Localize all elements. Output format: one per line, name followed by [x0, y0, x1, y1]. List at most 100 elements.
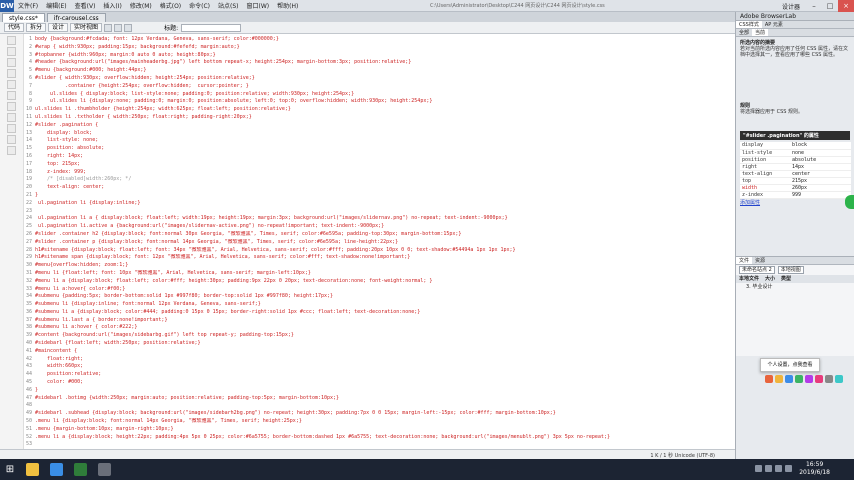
- code-line[interactable]: 48: [24, 402, 735, 410]
- menu-item[interactable]: 站点(S): [214, 1, 243, 10]
- property-row[interactable]: z-index 999: [740, 191, 851, 199]
- tool-icon[interactable]: [835, 375, 843, 383]
- code-line[interactable]: 37 #submenu li.last a { border:none!impor…: [24, 317, 735, 325]
- code-line[interactable]: 42 float:right;: [24, 356, 735, 364]
- code-line[interactable]: 10 ul.slides li .thumbholder {height:254p…: [24, 106, 735, 114]
- code-line[interactable]: 14 list-style: none;: [24, 137, 735, 145]
- code-line[interactable]: 35 #submenu li {display:inline; font:norm…: [24, 301, 735, 309]
- code-view-button[interactable]: 代码: [4, 23, 25, 32]
- code-line[interactable]: 22 ul.pagination li {display:inline;}: [24, 200, 735, 208]
- indent-icon[interactable]: [7, 124, 16, 133]
- minimize-button[interactable]: –: [806, 0, 822, 12]
- highlight-invalid-icon[interactable]: [7, 91, 16, 100]
- code-line[interactable]: 16 right: 14px;: [24, 153, 735, 161]
- code-line[interactable]: 9 ul.slides li {display:none; padding:0;…: [24, 98, 735, 106]
- code-line[interactable]: 39 #content {background:url("images/sideb…: [24, 332, 735, 340]
- taskbar-app-browser[interactable]: [44, 459, 68, 480]
- tool-icon[interactable]: [815, 375, 823, 383]
- property-row[interactable]: position absolute: [740, 156, 851, 164]
- col-type[interactable]: 类型: [781, 275, 791, 283]
- expand-all-icon[interactable]: [7, 58, 16, 67]
- menu-item[interactable]: 修改(M): [126, 1, 156, 10]
- code-line[interactable]: 30 #menu{overflow:hidden; zoom:1;}: [24, 262, 735, 270]
- refresh-icon[interactable]: [124, 23, 133, 32]
- inspect-icon[interactable]: [104, 23, 113, 32]
- windows-start-icon[interactable]: ⊞: [0, 459, 20, 480]
- code-line[interactable]: 27 #slider .container p {display:block; f…: [24, 239, 735, 247]
- line-numbers-icon[interactable]: [7, 80, 16, 89]
- collapse-tag-icon[interactable]: [7, 47, 16, 56]
- property-value[interactable]: block: [790, 142, 851, 150]
- tab-style-css[interactable]: style.css*: [2, 13, 45, 22]
- tray-icon[interactable]: [765, 465, 772, 472]
- live-view-button[interactable]: 实时视图: [70, 23, 103, 32]
- tab-ap-elements[interactable]: AP 元素: [762, 21, 786, 28]
- word-wrap-icon[interactable]: [7, 102, 16, 111]
- property-row[interactable]: text-align center: [740, 170, 851, 178]
- code-line[interactable]: 13 display: block;: [24, 130, 735, 138]
- property-value[interactable]: 14px: [790, 163, 851, 171]
- code-line[interactable]: 17 top: 215px;: [24, 161, 735, 169]
- code-line[interactable]: 26 #slider .container h2 {display:block; …: [24, 231, 735, 239]
- menu-item[interactable]: 文件(F): [14, 1, 42, 10]
- property-value[interactable]: center: [790, 170, 851, 178]
- code-line[interactable]: 21}: [24, 192, 735, 200]
- outdent-icon[interactable]: [7, 135, 16, 144]
- code-line[interactable]: 44 position:relative;: [24, 371, 735, 379]
- property-row[interactable]: display block: [740, 142, 851, 150]
- code-line[interactable]: 33 #menu li a:hover{ color:#f00;}: [24, 286, 735, 294]
- tray-icon[interactable]: [775, 465, 782, 472]
- floating-green-button[interactable]: [845, 195, 854, 209]
- code-line[interactable]: 23: [24, 208, 735, 216]
- maximize-button[interactable]: □: [822, 0, 838, 12]
- tool-icon[interactable]: [785, 375, 793, 383]
- taskbar-app-dreamweaver[interactable]: [68, 459, 92, 480]
- code-line[interactable]: 25 ul.pagination li.active a {background…: [24, 223, 735, 231]
- code-line[interactable]: 1 body {background:#fcdada; font: 12px Ve…: [24, 36, 735, 44]
- browserlab-header[interactable]: Adobe BrowserLab: [736, 12, 854, 21]
- col-size[interactable]: 大小: [765, 275, 775, 283]
- menu-item[interactable]: 帮助(H): [273, 1, 302, 10]
- code-line[interactable]: 53: [24, 441, 735, 449]
- property-row[interactable]: right 14px: [740, 163, 851, 171]
- property-row[interactable]: list-style none: [740, 149, 851, 157]
- code-line[interactable]: 34 #submenu {padding:5px; border-bottom:s…: [24, 293, 735, 301]
- code-line[interactable]: 20 text-align: center;: [24, 184, 735, 192]
- code-line[interactable]: 36 #submenu li a {display:block; color:#4…: [24, 309, 735, 317]
- workspace-switcher[interactable]: 设计器: [782, 2, 800, 11]
- code-line[interactable]: 47 #sidebarl .botimg {width:250px; margin…: [24, 395, 735, 403]
- globe-icon[interactable]: [114, 23, 123, 32]
- menu-item[interactable]: 格式(O): [156, 1, 185, 10]
- code-line[interactable]: 15 position: absolute;: [24, 145, 735, 153]
- code-line[interactable]: 51 .menu {margin-bottom:10px; margin-righ…: [24, 426, 735, 434]
- code-line[interactable]: 12 #slider .pagination {: [24, 122, 735, 130]
- code-line[interactable]: 6 #slider { width:930px; overflow:hidden;…: [24, 75, 735, 83]
- code-line[interactable]: 46}: [24, 387, 735, 395]
- code-line[interactable]: 5 #menu {background:#000; height:44px;}: [24, 67, 735, 75]
- code-line[interactable]: 40 #sidebarl {float:left; width:250px; po…: [24, 340, 735, 348]
- code-line[interactable]: 43 width:660px;: [24, 363, 735, 371]
- code-line[interactable]: 32 #menu li a {display:block; float:left;…: [24, 278, 735, 286]
- code-line[interactable]: 19 /* [disabled]width:260px; */: [24, 176, 735, 184]
- code-line[interactable]: 28 h1#sitename {display:block; float:left…: [24, 247, 735, 255]
- property-value[interactable]: 215px: [790, 177, 851, 185]
- settings-popup[interactable]: 个人设置，点我查看: [760, 358, 820, 372]
- menu-item[interactable]: 插入(I): [99, 1, 125, 10]
- select-parent-icon[interactable]: [7, 69, 16, 78]
- code-line[interactable]: 24 ul.pagination li a { display:block; f…: [24, 215, 735, 223]
- open-documents-icon[interactable]: [7, 36, 16, 45]
- taskbar-app-explorer[interactable]: [20, 459, 44, 480]
- code-line[interactable]: 4 #header {background:url("images/mainhea…: [24, 59, 735, 67]
- volume-icon[interactable]: [785, 465, 792, 472]
- col-local-files[interactable]: 本地文件: [739, 275, 759, 283]
- design-view-button[interactable]: 设计: [48, 23, 69, 32]
- property-row[interactable]: width 260px: [740, 184, 851, 192]
- site-select[interactable]: 未命名站点 2: [739, 266, 775, 274]
- add-property-link[interactable]: 添加属性: [736, 199, 854, 206]
- code-line[interactable]: 2 #wrap { width:930px; padding:15px; back…: [24, 44, 735, 52]
- tab-files[interactable]: 文件: [736, 257, 753, 264]
- menu-item[interactable]: 查看(V): [71, 1, 100, 10]
- property-value[interactable]: none: [790, 149, 851, 157]
- property-value[interactable]: absolute: [790, 156, 851, 164]
- code-line[interactable]: 50 .menu li {display:block; font:normal 1…: [24, 418, 735, 426]
